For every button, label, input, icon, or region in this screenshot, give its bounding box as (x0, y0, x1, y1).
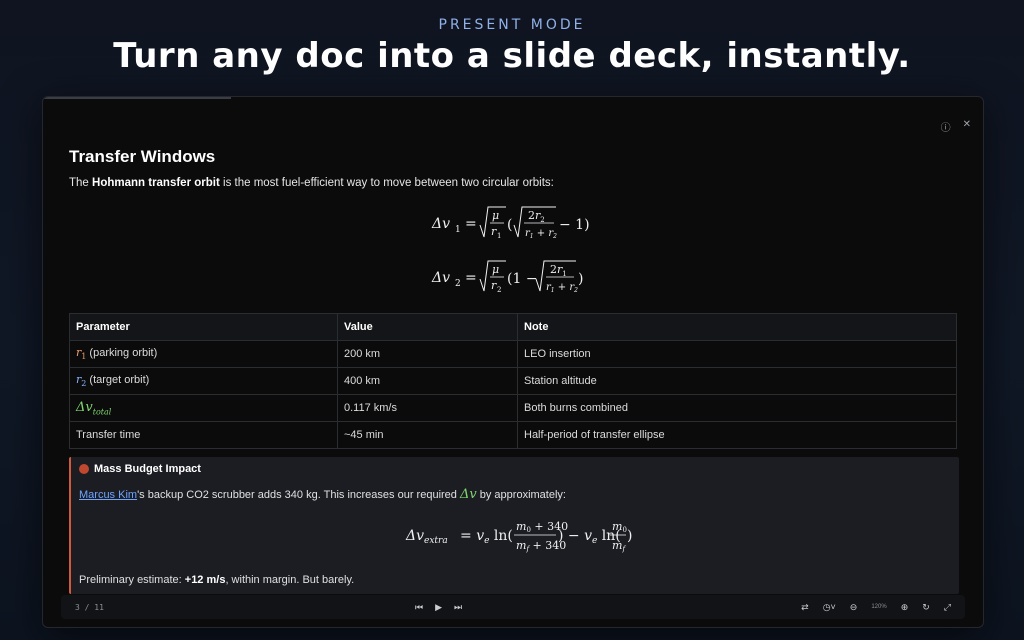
formula-delta-v2: Δv 2 = μ r 2 (1 − 2r1 r1 + r2 ) (69, 257, 957, 303)
present-window: ⓘ ✕ Transfer Windows The Hohmann transfe… (42, 96, 984, 628)
svg-text:Δvextra: Δvextra (405, 528, 448, 546)
param-cell: r1 (parking orbit) (69, 340, 338, 368)
formula-delta-v-extra: Δvextra = ve ln( m0 + 340 mf + 340 ) − v… (79, 516, 959, 560)
r2-symbol: r2 (76, 373, 87, 389)
estimate-value: +12 m/s (184, 574, 226, 586)
play-icon[interactable]: ▶ (435, 602, 442, 612)
zoom-level: 120% (871, 604, 887, 610)
info-icon[interactable]: ⓘ (941, 119, 951, 134)
svg-text:Δv: Δv (431, 216, 450, 232)
svg-text:=: = (465, 270, 477, 286)
svg-text:Δv: Δv (431, 270, 450, 286)
column-header: Value (337, 313, 518, 341)
svg-text:): ) (627, 528, 632, 544)
note-cell: Half-period of transfer ellipse (517, 421, 957, 449)
svg-text:(: ( (507, 217, 512, 233)
note-cell: LEO insertion (517, 340, 957, 368)
svg-text:2: 2 (455, 279, 461, 289)
zoom-out-icon[interactable]: ⊖ (850, 602, 858, 612)
shuffle-icon[interactable]: ⇄ (801, 602, 809, 612)
value-cell: 0.117 km/s (337, 394, 518, 422)
slide-counter: 3 / 11 (75, 602, 104, 612)
table-row: r2 (target orbit) 400 km Station altitud… (69, 367, 957, 395)
svg-text:2: 2 (497, 286, 501, 294)
callout-title: Mass Budget Impact (79, 463, 959, 475)
slide-title: Transfer Windows (69, 147, 216, 166)
mass-budget-callout: Mass Budget Impact Marcus Kim's backup C… (69, 457, 959, 594)
presentation-toolbar: 3 / 11 ⏮ ▶ ⏭ ⇄ ◷˅ ⊖ 120% ⊕ ↻ ⤢ (61, 595, 965, 619)
table-row: Δvtotal 0.117 km/s Both burns combined (69, 394, 957, 422)
svg-text:r1 + r2: r1 + r2 (525, 228, 557, 240)
svg-text:2r2: 2r2 (528, 209, 545, 224)
parameter-table: Parameter Value Note r1 (parking orbit) … (69, 313, 957, 449)
mention-link[interactable]: Marcus Kim (79, 489, 137, 501)
callout-estimate: Preliminary estimate: +12 m/s, within ma… (79, 574, 355, 586)
svg-text:mf: mf (612, 539, 626, 553)
formula-delta-v1: Δv 1 = μ r 1 ( 2r2 r1 + r2 − 1) (69, 203, 957, 249)
param-cell: r2 (target orbit) (69, 367, 338, 395)
view-controls: ⇄ ◷˅ ⊖ 120% ⊕ ↻ ⤢ (801, 602, 951, 612)
delta-v-total-symbol: Δvtotal (76, 399, 112, 417)
next-icon[interactable]: ⏭ (454, 602, 462, 612)
intro-bold: Hohmann transfer orbit (92, 177, 220, 189)
table-row: Transfer time ~45 min Half-period of tra… (69, 421, 957, 449)
zoom-in-icon[interactable]: ⊕ (901, 602, 909, 612)
hero-headline: Turn any doc into a slide deck, instantl… (113, 36, 911, 76)
red-circle-icon (79, 464, 89, 474)
table-header-row: Parameter Value Note (69, 313, 957, 341)
refresh-icon[interactable]: ↻ (922, 602, 930, 612)
playback-controls: ⏮ ▶ ⏭ (415, 602, 462, 612)
column-header: Note (517, 313, 957, 341)
svg-text:r1 + r2: r1 + r2 (546, 282, 578, 294)
svg-text:1: 1 (455, 225, 461, 235)
timer-icon[interactable]: ◷˅ (823, 602, 836, 612)
svg-text:(1 −: (1 − (507, 271, 538, 287)
previous-icon[interactable]: ⏮ (415, 602, 423, 612)
svg-text:1: 1 (497, 232, 501, 240)
value-cell: 400 km (337, 367, 518, 395)
collapse-icon[interactable]: ⤢ (944, 602, 951, 612)
svg-text:μ: μ (492, 263, 499, 276)
slide-content: Transfer Windows The Hohmann transfer or… (69, 147, 959, 594)
column-header: Parameter (69, 313, 338, 341)
value-cell: ~45 min (337, 421, 518, 449)
svg-text:2r1: 2r1 (550, 263, 567, 278)
window-controls: ⓘ ✕ (941, 119, 971, 134)
svg-text:=: = (465, 216, 477, 232)
svg-text:− 1): − 1) (559, 217, 590, 233)
param-cell: Transfer time (69, 421, 338, 449)
note-cell: Both burns combined (517, 394, 957, 422)
svg-text:): ) (578, 271, 583, 287)
hero-eyebrow: PRESENT MODE (438, 17, 586, 33)
r1-symbol: r1 (76, 346, 87, 362)
svg-text:= ve ln(: = ve ln( (460, 528, 513, 546)
delta-v-symbol: Δv (459, 487, 477, 502)
table-row: r1 (parking orbit) 200 km LEO insertion (69, 340, 957, 368)
close-icon[interactable]: ✕ (963, 119, 971, 134)
window-tab-indicator (43, 97, 231, 99)
value-cell: 200 km (337, 340, 518, 368)
callout-body: Marcus Kim's backup CO2 scrubber adds 34… (79, 487, 566, 502)
svg-text:m0: m0 (612, 520, 627, 534)
param-cell: Δvtotal (69, 394, 338, 422)
slide-intro: The Hohmann transfer orbit is the most f… (69, 177, 554, 189)
note-cell: Station altitude (517, 367, 957, 395)
svg-text:μ: μ (492, 209, 499, 222)
